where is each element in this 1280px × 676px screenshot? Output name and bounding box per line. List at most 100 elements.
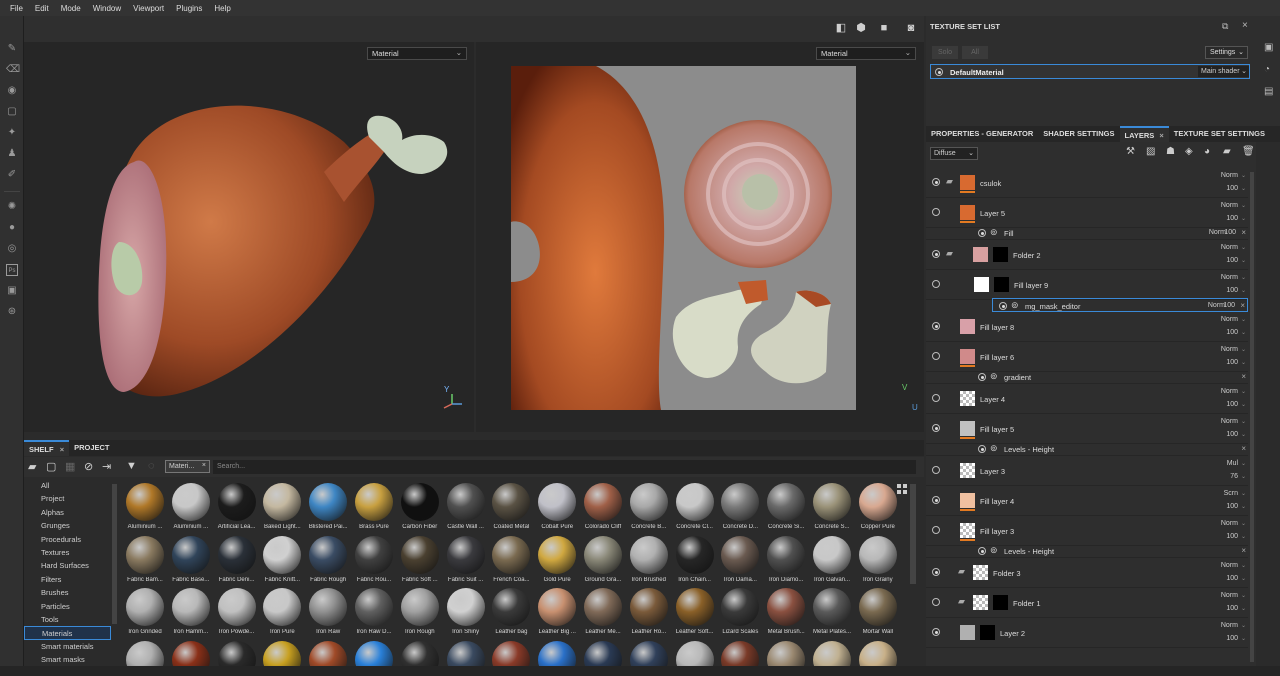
chevron-down-icon[interactable]: ⌄ [1241,635,1246,642]
viewport-3d[interactable]: Material ⌄ Y [24,42,474,432]
opacity-value[interactable]: 100 [1226,635,1238,642]
smudge-icon[interactable]: ✦ [6,127,18,139]
visibility-eye-icon[interactable] [932,250,940,258]
material-thumbnail[interactable]: Castle Wall ... [444,481,488,533]
opacity-value[interactable]: 100 [1226,575,1238,582]
material-thumbnail[interactable]: Fabric Soft ... [398,534,442,586]
category-item[interactable]: All [24,479,111,492]
opacity-value[interactable]: 100 [1224,229,1236,236]
close-icon[interactable]: × [1241,444,1246,453]
blend-mode[interactable]: Norm [1221,244,1238,251]
blend-mode[interactable]: Norm [1221,346,1238,353]
channel-dropdown[interactable]: Diffuse ⌄ [930,147,978,160]
blend-mode[interactable]: Norm [1221,622,1238,629]
material-thumbnail[interactable]: Fabric Knitt... [260,534,304,586]
tab-texture-set-settings[interactable]: TEXTURE SET SETTINGS [1169,126,1270,142]
photoshop-icon[interactable]: Ps [6,264,18,276]
material-thumbnail[interactable]: Colorado Cliff [581,481,625,533]
video-camera-icon[interactable]: ■ [877,21,891,35]
material-thumbnail[interactable]: Iron Hamm... [169,586,213,638]
search-input[interactable]: Search... [213,460,916,474]
opacity-value[interactable]: 100 [1226,215,1238,222]
blend-mode[interactable]: Mul [1227,460,1238,467]
opacity-value[interactable]: 100 [1226,431,1238,438]
chevron-down-icon[interactable]: ⌄ [1241,592,1246,599]
chevron-down-icon[interactable]: ⌄ [1241,562,1246,569]
visibility-eye-icon[interactable] [932,568,940,576]
category-item[interactable]: Materials [24,626,111,640]
layer-effect-row[interactable]: ⊚ Fill Norm 100 × [926,226,1248,240]
blend-mode[interactable]: Scrn [1224,490,1238,497]
cube-icon[interactable]: ⬢ [854,21,868,35]
add-paint-layer-icon[interactable]: ◈ [1185,146,1193,157]
chevron-down-icon[interactable]: ⌄ [1241,503,1246,510]
visibility-eye-icon[interactable] [978,547,986,555]
material-thumbnail[interactable]: Iron Pure [260,586,304,638]
layer-row[interactable]: Layer 2 Norm 100 ⌄ ⌄ [926,618,1248,648]
menu-file[interactable]: File [10,4,23,13]
category-item[interactable]: Hard Surfaces [24,559,111,572]
geometry-fill-icon[interactable]: ▢ [6,106,18,118]
opacity-value[interactable]: 100 [1226,359,1238,366]
import-icon[interactable]: ⇥ [102,460,111,473]
material-thumbnail[interactable]: Concrete S... [810,481,854,533]
visibility-eye-icon[interactable] [932,208,940,216]
chevron-down-icon[interactable]: ⌄ [1241,533,1246,540]
material-thumbnail[interactable]: French Coa... [489,534,533,586]
layer-effect-row[interactable]: ⊚ Levels - Height × [926,442,1248,456]
category-item[interactable]: Brushes [24,586,111,599]
chevron-down-icon[interactable]: ⌄ [1241,215,1246,222]
chevron-down-icon[interactable]: ⌄ [1241,460,1246,467]
chevron-down-icon[interactable]: ⌄ [1241,316,1246,323]
category-item[interactable]: Filters [24,573,111,586]
material-thumbnail[interactable]: Carbon Fiber [398,481,442,533]
shader-dropdown[interactable]: Main shader ⌄ [1198,66,1249,77]
hide-icon[interactable]: ⊘ [84,460,93,473]
blend-mode[interactable]: Norm [1221,520,1238,527]
shelf-scrollbar[interactable] [910,484,916,584]
refresh-icon[interactable]: ◌ [148,460,155,472]
category-item[interactable]: Particles [24,600,111,613]
material-thumbnail[interactable]: Fabric Base... [169,534,213,586]
add-fill-layer-icon[interactable]: ☗ [1166,146,1175,157]
material-thumbnail[interactable]: Coated Metal [489,481,533,533]
chevron-down-icon[interactable]: ⌄ [1241,575,1246,582]
close-icon[interactable]: × [1240,301,1245,310]
menu-plugins[interactable]: Plugins [176,4,202,13]
light-icon[interactable]: ● [6,222,18,234]
maximize-icon[interactable]: ⧉ [1222,21,1228,32]
layer-row[interactable]: Fill layer 9 Norm 100 ⌄ ⌄ [926,270,1248,300]
display-settings-icon[interactable]: ▣ [1264,42,1273,53]
visibility-eye-icon[interactable] [932,526,940,534]
viewport-2d[interactable]: Material ⌄ V U [476,42,924,432]
layer-row[interactable]: Fill layer 3 Norm 100 ⌄ ⌄ [926,516,1248,546]
opacity-value[interactable]: 100 [1226,605,1238,612]
menu-edit[interactable]: Edit [35,4,49,13]
opacity-value[interactable]: 100 [1223,302,1235,309]
material-thumbnail[interactable]: Fabric Deni... [215,534,259,586]
blend-mode[interactable]: Norm [1221,202,1238,209]
opacity-value[interactable]: 100 [1226,257,1238,264]
paint-brush-icon[interactable]: ✎ [6,43,18,55]
visibility-eye-icon[interactable] [932,352,940,360]
blend-mode[interactable]: Norm [1221,388,1238,395]
chevron-down-icon[interactable]: ⌄ [1241,418,1246,425]
opacity-value[interactable]: 100 [1226,329,1238,336]
category-item[interactable]: Smart materials [24,640,111,653]
blend-mode[interactable]: Norm [1221,172,1238,179]
blend-mode[interactable]: Norm [1221,418,1238,425]
chevron-down-icon[interactable]: ⌄ [1241,401,1246,408]
color-picker-icon[interactable]: ✐ [6,169,18,181]
material-thumbnail[interactable]: Iron Diamo... [764,534,808,586]
layer-row[interactable]: Layer 4 Norm 100 ⌄ ⌄ [926,384,1248,414]
visibility-eye-icon[interactable] [932,598,940,606]
filter-icon[interactable]: ▼ [126,460,137,472]
folder-row[interactable]: ▰ csulok Norm 100 ⌄ ⌄ [926,168,1248,198]
layer-effect-row[interactable]: ⊚ Levels - Height × [926,544,1248,558]
settings-icon[interactable]: ✺ [6,201,18,213]
material-thumbnail[interactable]: Ground Gra... [581,534,625,586]
blend-mode[interactable]: Norm [1221,562,1238,569]
export-icon[interactable]: ▣ [6,285,18,297]
screenshot-icon[interactable]: ◙ [904,21,918,35]
material-thumbnail[interactable]: Leather Ro... [627,586,671,638]
